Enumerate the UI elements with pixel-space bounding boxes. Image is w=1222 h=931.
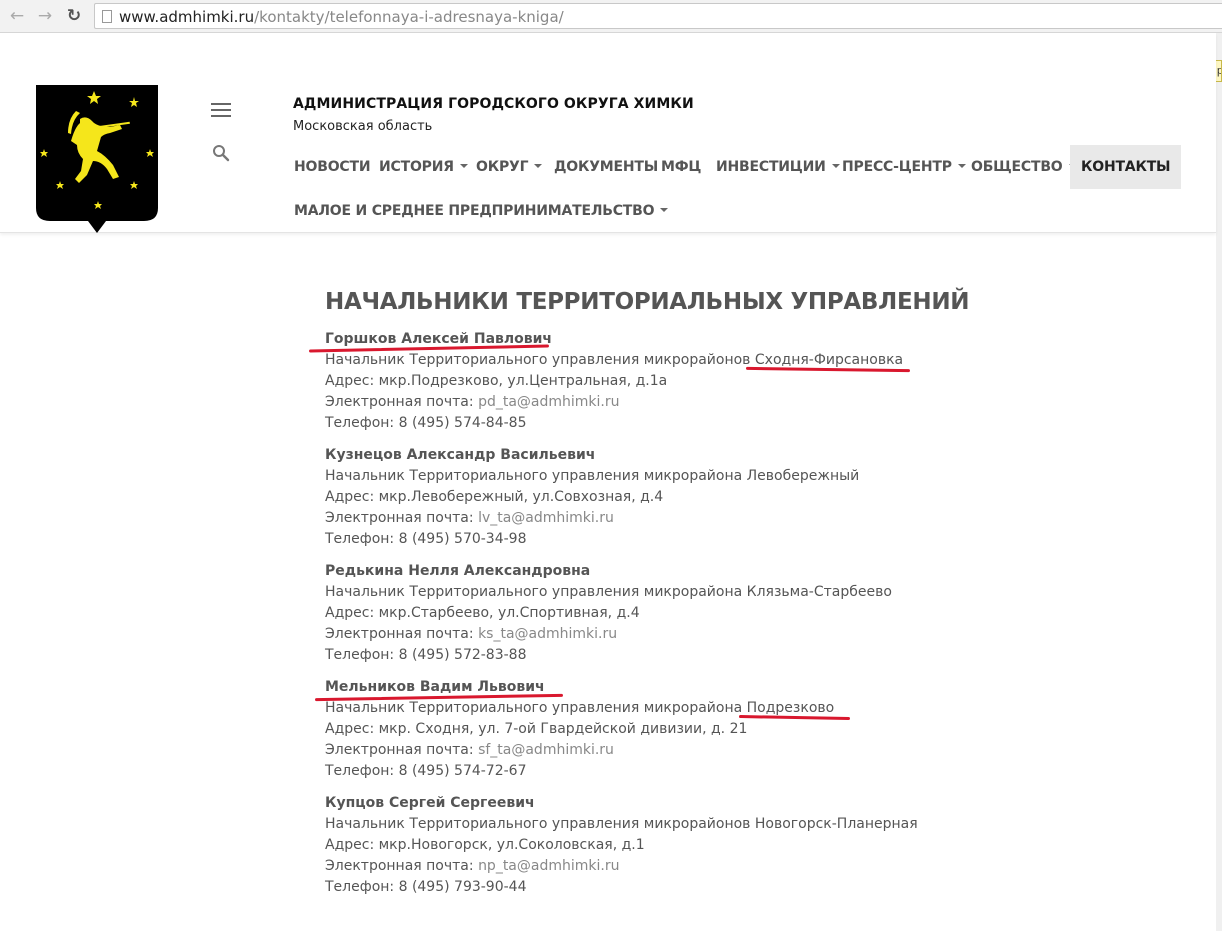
person-position: Начальник Территориального управления ми… xyxy=(325,700,835,716)
nav-item-small-business[interactable]: МАЛОЕ И СРЕДНЕЕ ПРЕДПРИНИМАТЕЛЬСТВО xyxy=(283,189,679,233)
email-label: Электронная почта: xyxy=(325,626,474,642)
nav-label: МФЦ xyxy=(661,159,702,175)
nav-item-district[interactable]: ОКРУГ xyxy=(465,145,553,189)
person-position: Начальник Территориального управления ми… xyxy=(325,468,860,484)
main-content: НАЧАЛЬНИКИ ТЕРРИТОРИАЛЬНЫХ УПРАВЛЕНИЙ Го… xyxy=(325,287,1025,895)
nav-label: ДОКУМЕНТЫ xyxy=(554,159,659,175)
nav-item-investments[interactable]: ИНВЕСТИЦИИ xyxy=(705,145,851,189)
person-address: Адрес: мкр.Новогорск, ул.Соколовская, д.… xyxy=(325,837,645,853)
site-header: АДМИНИСТРАЦИЯ ГОРОДСКОГО ОКРУГА ХИМКИ Мо… xyxy=(0,33,1216,233)
hamburger-menu-icon[interactable] xyxy=(211,103,231,119)
person-email-row: Электронная почта: sf_ta@admhimki.ru xyxy=(325,740,1025,761)
forward-arrow-icon[interactable]: → xyxy=(34,5,56,27)
person-email-row: Электронная почта: np_ta@admhimki.ru xyxy=(325,856,1025,877)
nav-label: ИСТОРИЯ xyxy=(379,159,454,175)
contact-card: Мельников Вадим Львович Начальник Террит… xyxy=(325,677,1025,782)
contact-card: Купцов Сергей Сергеевич Начальник Террит… xyxy=(325,793,1025,898)
person-position: Начальник Территориального управления ми… xyxy=(325,584,892,600)
nav-label: НОВОСТИ xyxy=(294,159,371,175)
nav-label: КОНТАКТЫ xyxy=(1081,159,1171,175)
nav-item-history[interactable]: ИСТОРИЯ xyxy=(368,145,479,189)
page-icon xyxy=(102,10,112,23)
person-address: Адрес: мкр.Старбеево, ул.Спортивная, д.4 xyxy=(325,605,640,621)
nav-label: ПРЕСС-ЦЕНТР xyxy=(842,159,952,175)
person-name: Редькина Нелля Александровна xyxy=(325,563,591,579)
nav-item-news[interactable]: НОВОСТИ xyxy=(283,145,381,189)
person-phone: Телефон: 8 (495) 572-83-88 xyxy=(325,647,527,663)
email-link[interactable]: np_ta@admhimki.ru xyxy=(478,858,619,874)
person-name: Кузнецов Александр Васильевич xyxy=(325,447,596,463)
person-address: Адрес: мкр.Левобережный, ул.Совхозная, д… xyxy=(325,489,664,505)
email-label: Электронная почта: xyxy=(325,858,474,874)
person-phone: Телефон: 8 (495) 574-72-67 xyxy=(325,763,527,779)
coat-of-arms-icon[interactable] xyxy=(34,83,160,235)
contact-card: Кузнецов Александр Васильевич Начальник … xyxy=(325,445,1025,550)
email-label: Электронная почта: xyxy=(325,742,474,758)
person-email-row: Электронная почта: ks_ta@admhimki.ru xyxy=(325,624,1025,645)
page-title: НАЧАЛЬНИКИ ТЕРРИТОРИАЛЬНЫХ УПРАВЛЕНИЙ xyxy=(325,289,970,315)
site-subtitle: Московская область xyxy=(293,119,433,134)
person-phone: Телефон: 8 (495) 793-90-44 xyxy=(325,879,527,895)
browser-toolbar: ← → ↻ www.admhimki.ru/kontakty/telefonna… xyxy=(0,0,1222,33)
reload-icon[interactable]: ↻ xyxy=(63,5,85,27)
nav-item-contacts[interactable]: КОНТАКТЫ xyxy=(1070,145,1182,189)
nav-label: МАЛОЕ И СРЕДНЕЕ ПРЕДПРИНИМАТЕЛЬСТВО xyxy=(294,203,655,219)
contact-card: Редькина Нелля Александровна Начальник Т… xyxy=(325,561,1025,666)
person-phone: Телефон: 8 (495) 570-34-98 xyxy=(325,531,527,547)
email-link[interactable]: lv_ta@admhimki.ru xyxy=(478,510,614,526)
url-host: www.admhimki.ru xyxy=(119,8,255,26)
tooltip-edge: р xyxy=(1215,60,1222,82)
url-text: www.admhimki.ru/kontakty/telefonnaya-i-a… xyxy=(119,8,564,26)
email-label: Электронная почта: xyxy=(325,510,474,526)
address-bar[interactable]: www.admhimki.ru/kontakty/telefonnaya-i-a… xyxy=(94,3,1222,29)
email-link[interactable]: sf_ta@admhimki.ru xyxy=(478,742,614,758)
contact-card: Горшков Алексей Павлович Начальник Терри… xyxy=(325,329,1025,434)
search-icon[interactable] xyxy=(212,144,230,162)
back-arrow-icon[interactable]: ← xyxy=(6,5,28,27)
nav-item-society[interactable]: ОБЩЕСТВО xyxy=(960,145,1088,189)
caret-down-icon xyxy=(534,164,543,168)
caret-down-icon xyxy=(660,208,669,212)
nav-item-mfc[interactable]: МФЦ xyxy=(650,145,712,189)
person-address: Адрес: мкр. Сходня, ул. 7-ой Гвардейской… xyxy=(325,721,748,737)
email-link[interactable]: ks_ta@admhimki.ru xyxy=(478,626,617,642)
person-phone: Телефон: 8 (495) 574-84-85 xyxy=(325,415,527,431)
nav-item-press-center[interactable]: ПРЕСС-ЦЕНТР xyxy=(831,145,977,189)
email-label: Электронная почта: xyxy=(325,394,474,410)
person-address: Адрес: мкр.Подрезково, ул.Центральная, д… xyxy=(325,373,668,389)
nav-label: ОКРУГ xyxy=(476,159,529,175)
person-email-row: Электронная почта: lv_ta@admhimki.ru xyxy=(325,508,1025,529)
scrollbar-track[interactable] xyxy=(1216,33,1222,931)
person-name: Мельников Вадим Львович xyxy=(325,679,545,695)
site-title[interactable]: АДМИНИСТРАЦИЯ ГОРОДСКОГО ОКРУГА ХИМКИ xyxy=(293,96,694,112)
person-position: Начальник Территориального управления ми… xyxy=(325,352,904,368)
nav-label: ИНВЕСТИЦИИ xyxy=(716,159,826,175)
email-link[interactable]: pd_ta@admhimki.ru xyxy=(478,394,619,410)
person-position: Начальник Территориального управления ми… xyxy=(325,816,918,832)
person-email-row: Электронная почта: pd_ta@admhimki.ru xyxy=(325,392,1025,413)
person-name: Купцов Сергей Сергеевич xyxy=(325,795,535,811)
url-path: /kontakty/telefonnaya-i-adresnaya-kniga/ xyxy=(254,8,564,26)
nav-label: ОБЩЕСТВО xyxy=(971,159,1063,175)
